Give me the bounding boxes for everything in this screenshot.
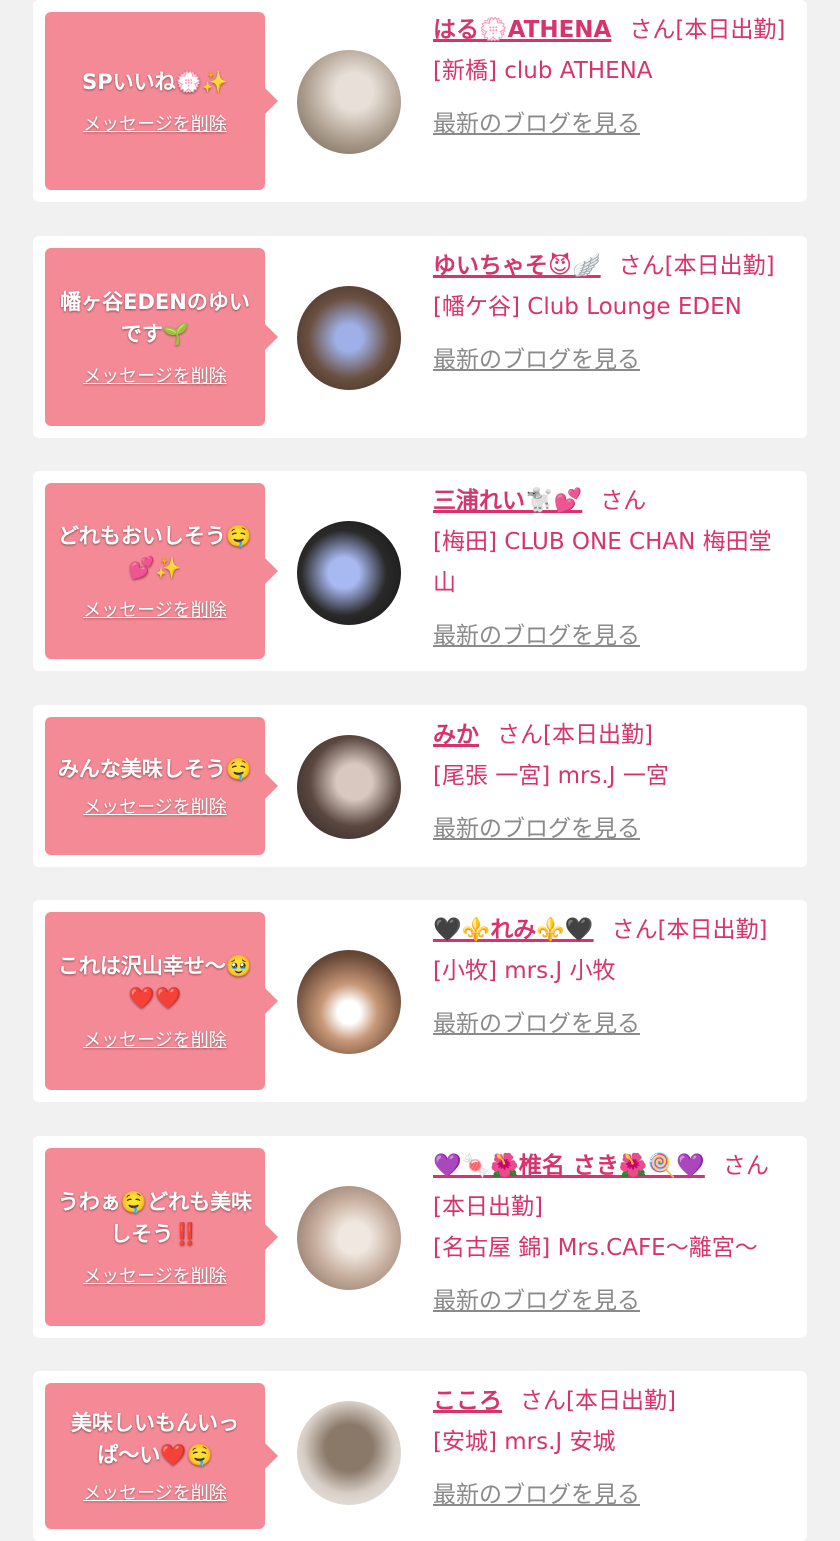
message-bubble: 美味しいもんいっぱ〜い❤️🤤 メッセージを削除	[45, 1383, 278, 1529]
avatar[interactable]	[297, 50, 401, 154]
cast-name-link[interactable]: はる💮ATHENA	[433, 17, 611, 43]
message-text: これは沢山幸せ〜🥹❤️❤️	[57, 954, 253, 1010]
avatar[interactable]	[297, 1401, 401, 1505]
latest-blog-link[interactable]: 最新のブログを見る	[433, 1475, 793, 1516]
latest-blog-link[interactable]: 最新のブログを見る	[433, 1281, 793, 1322]
message-text: どれもおいしそう🤤💕✨	[57, 524, 253, 580]
delete-message-link[interactable]: メッセージを削除	[83, 793, 227, 819]
message-bubble: うわぁ🤤どれも美味しそう‼️ メッセージを削除	[45, 1148, 278, 1326]
cast-suffix: さん	[600, 488, 647, 514]
shop-name: [安城] mrs.J 安城	[433, 1429, 616, 1455]
latest-blog-link[interactable]: 最新のブログを見る	[433, 1004, 793, 1045]
delete-message-link[interactable]: メッセージを削除	[83, 596, 227, 622]
latest-blog-link[interactable]: 最新のブログを見る	[433, 340, 793, 381]
shop-name: [梅田] CLUB ONE CHAN 梅田堂山	[433, 529, 772, 596]
cast-name-link[interactable]: 🖤⚜️れみ⚜️🖤	[433, 917, 594, 943]
avatar[interactable]	[297, 950, 401, 1054]
delete-message-link[interactable]: メッセージを削除	[83, 1026, 227, 1052]
delete-message-link[interactable]: メッセージを削除	[83, 1479, 227, 1505]
shop-name: [尾張 一宮] mrs.J 一宮	[433, 763, 669, 789]
delete-message-link[interactable]: メッセージを削除	[83, 1262, 227, 1288]
message-card: みんな美味しそう🤤 メッセージを削除 みか さん[本日出勤] [尾張 一宮] mr…	[33, 705, 807, 867]
cast-name-link[interactable]: こころ	[433, 1388, 502, 1414]
message-text: みんな美味しそう🤤	[57, 757, 253, 781]
cast-info: 💜🍬🌺椎名 さき🌺🍭💜 さん[本日出勤] [名古屋 錦] Mrs.CAFE〜離宮〜…	[433, 1146, 793, 1322]
message-bubble: どれもおいしそう🤤💕✨ メッセージを削除	[45, 483, 278, 659]
cast-suffix: さん[本日出勤]	[629, 17, 786, 43]
avatar[interactable]	[297, 286, 401, 390]
message-card: 幡ヶ谷EDENのゆいです🌱 メッセージを削除 ゆいちゃそ😈🪽 さん[本日出勤] […	[33, 236, 807, 438]
message-bubble: 幡ヶ谷EDENのゆいです🌱 メッセージを削除	[45, 248, 278, 426]
cast-suffix: さん[本日出勤]	[497, 722, 653, 748]
message-text: SPいいね💮✨	[82, 70, 228, 94]
message-card: 美味しいもんいっぱ〜い❤️🤤 メッセージを削除 こころ さん[本日出勤] [安城]…	[33, 1371, 807, 1541]
message-text: うわぁ🤤どれも美味しそう‼️	[57, 1190, 253, 1246]
message-text: 幡ヶ谷EDENのゆいです🌱	[60, 290, 250, 346]
message-bubble: みんな美味しそう🤤 メッセージを削除	[45, 717, 278, 855]
delete-message-link[interactable]: メッセージを削除	[83, 110, 227, 136]
cast-name-link[interactable]: 💜🍬🌺椎名 さき🌺🍭💜	[433, 1153, 705, 1179]
cast-name-link[interactable]: みか	[433, 722, 479, 748]
message-bubble: これは沢山幸せ〜🥹❤️❤️ メッセージを削除	[45, 912, 278, 1090]
shop-name: [幡ケ谷] Club Lounge EDEN	[433, 294, 742, 320]
message-text: 美味しいもんいっぱ〜い❤️🤤	[71, 1411, 239, 1467]
message-card: どれもおいしそう🤤💕✨ メッセージを削除 三浦れい🐩💕 さん [梅田] CLUB …	[33, 471, 807, 671]
avatar[interactable]	[297, 521, 401, 625]
shop-name: [新橋] club ATHENA	[433, 58, 653, 84]
latest-blog-link[interactable]: 最新のブログを見る	[433, 809, 793, 850]
cast-suffix: さん[本日出勤]	[520, 1388, 676, 1414]
shop-name: [名古屋 錦] Mrs.CAFE〜離宮〜	[433, 1235, 758, 1261]
cast-name-link[interactable]: 三浦れい🐩💕	[433, 488, 582, 514]
latest-blog-link[interactable]: 最新のブログを見る	[433, 616, 793, 657]
cast-info: みか さん[本日出勤] [尾張 一宮] mrs.J 一宮 最新のブログを見る	[433, 715, 793, 850]
delete-message-link[interactable]: メッセージを削除	[83, 362, 227, 388]
shop-name: [小牧] mrs.J 小牧	[433, 958, 616, 984]
cast-suffix: さん[本日出勤]	[618, 253, 775, 279]
latest-blog-link[interactable]: 最新のブログを見る	[433, 104, 793, 145]
avatar[interactable]	[297, 735, 401, 839]
avatar[interactable]	[297, 1186, 401, 1290]
message-card: これは沢山幸せ〜🥹❤️❤️ メッセージを削除 🖤⚜️れみ⚜️🖤 さん[本日出勤] …	[33, 900, 807, 1102]
message-card: SPいいね💮✨ メッセージを削除 はる💮ATHENA さん[本日出勤] [新橋] …	[33, 0, 807, 202]
cast-info: はる💮ATHENA さん[本日出勤] [新橋] club ATHENA 最新のブロ…	[433, 10, 793, 145]
message-card: うわぁ🤤どれも美味しそう‼️ メッセージを削除 💜🍬🌺椎名 さき🌺🍭💜 さん[本日…	[33, 1136, 807, 1338]
cast-info: 🖤⚜️れみ⚜️🖤 さん[本日出勤] [小牧] mrs.J 小牧 最新のブログを見る	[433, 910, 793, 1045]
cast-info: こころ さん[本日出勤] [安城] mrs.J 安城 最新のブログを見る	[433, 1381, 793, 1516]
cast-suffix: さん[本日出勤]	[611, 917, 768, 943]
cast-name-link[interactable]: ゆいちゃそ😈🪽	[433, 253, 601, 279]
cast-info: 三浦れい🐩💕 さん [梅田] CLUB ONE CHAN 梅田堂山 最新のブログを…	[433, 481, 793, 657]
message-bubble: SPいいね💮✨ メッセージを削除	[45, 12, 278, 190]
cast-info: ゆいちゃそ😈🪽 さん[本日出勤] [幡ケ谷] Club Lounge EDEN 最…	[433, 246, 793, 381]
